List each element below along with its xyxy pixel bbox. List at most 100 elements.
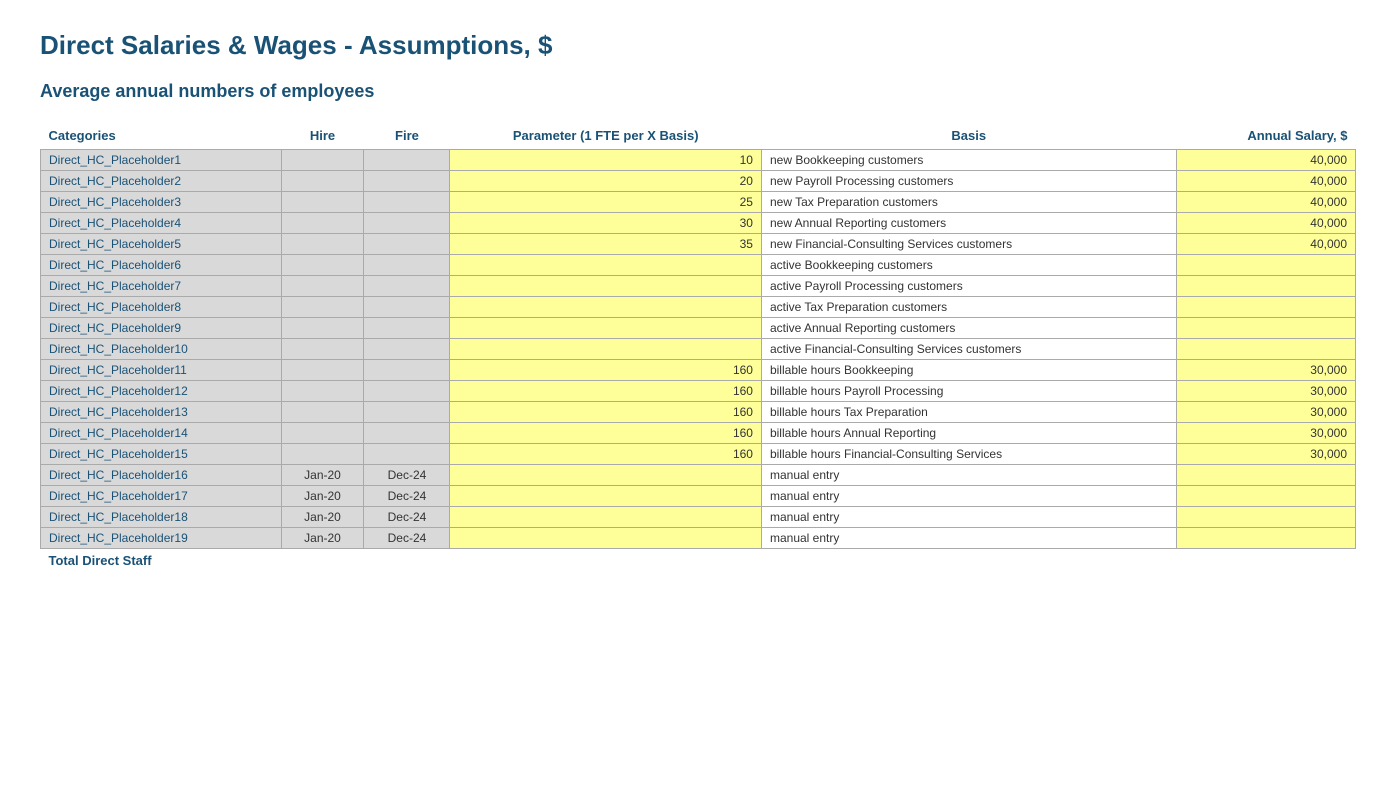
table-row: Direct_HC_Placeholder17Jan-20Dec-24manua…	[41, 486, 1356, 507]
cell-hire	[281, 213, 364, 234]
cell-categories: Direct_HC_Placeholder12	[41, 381, 282, 402]
cell-basis: active Annual Reporting customers	[761, 318, 1176, 339]
cell-annual	[1176, 486, 1355, 507]
header-fire: Fire	[364, 122, 450, 150]
cell-categories: Direct_HC_Placeholder17	[41, 486, 282, 507]
cell-categories: Direct_HC_Placeholder16	[41, 465, 282, 486]
cell-categories: Direct_HC_Placeholder6	[41, 255, 282, 276]
cell-annual: 30,000	[1176, 402, 1355, 423]
cell-hire	[281, 297, 364, 318]
cell-hire	[281, 318, 364, 339]
cell-param: 20	[450, 171, 762, 192]
cell-categories: Direct_HC_Placeholder14	[41, 423, 282, 444]
cell-basis: billable hours Bookkeeping	[761, 360, 1176, 381]
cell-param	[450, 276, 762, 297]
cell-categories: Direct_HC_Placeholder4	[41, 213, 282, 234]
cell-hire	[281, 150, 364, 171]
cell-hire	[281, 234, 364, 255]
cell-hire	[281, 423, 364, 444]
page-title: Direct Salaries & Wages - Assumptions, $	[40, 30, 1356, 61]
table-row: Direct_HC_Placeholder16Jan-20Dec-24manua…	[41, 465, 1356, 486]
table-row: Direct_HC_Placeholder13160billable hours…	[41, 402, 1356, 423]
cell-annual	[1176, 528, 1355, 549]
table-row: Direct_HC_Placeholder19Jan-20Dec-24 manua…	[41, 528, 1356, 549]
cell-basis: manual entry	[761, 528, 1176, 549]
cell-fire	[364, 192, 450, 213]
cell-fire	[364, 297, 450, 318]
cell-categories: Direct_HC_Placeholder11	[41, 360, 282, 381]
table-body: Direct_HC_Placeholder110new Bookkeeping …	[41, 150, 1356, 549]
cell-fire	[364, 402, 450, 423]
cell-fire	[364, 444, 450, 465]
table-row: Direct_HC_Placeholder7active Payroll Pro…	[41, 276, 1356, 297]
cell-fire: Dec-24	[364, 528, 450, 549]
cell-param	[450, 507, 762, 528]
cell-hire	[281, 171, 364, 192]
cell-basis: manual entry	[761, 486, 1176, 507]
cell-categories: Direct_HC_Placeholder15	[41, 444, 282, 465]
cell-categories: Direct_HC_Placeholder5	[41, 234, 282, 255]
table-row: Direct_HC_Placeholder325new Tax Preparat…	[41, 192, 1356, 213]
cell-fire	[364, 234, 450, 255]
cell-basis: billable hours Payroll Processing	[761, 381, 1176, 402]
cell-basis: active Bookkeeping customers	[761, 255, 1176, 276]
cell-basis: active Tax Preparation customers	[761, 297, 1176, 318]
cell-annual: 40,000	[1176, 150, 1355, 171]
cell-param	[450, 486, 762, 507]
cell-hire: Jan-20	[281, 507, 364, 528]
cell-basis: billable hours Tax Preparation	[761, 402, 1176, 423]
cell-categories: Direct_HC_Placeholder10	[41, 339, 282, 360]
cell-param	[450, 339, 762, 360]
table-row: Direct_HC_Placeholder15 160billable hours…	[41, 444, 1356, 465]
cell-annual	[1176, 339, 1355, 360]
cell-hire	[281, 444, 364, 465]
cell-fire	[364, 339, 450, 360]
cell-annual	[1176, 297, 1355, 318]
cell-annual	[1176, 465, 1355, 486]
cell-fire	[364, 360, 450, 381]
table-row: Direct_HC_Placeholder6 active Bookkeeping…	[41, 255, 1356, 276]
cell-basis: new Annual Reporting customers	[761, 213, 1176, 234]
table-row: Direct_HC_Placeholder220new Payroll Proc…	[41, 171, 1356, 192]
cell-categories: Direct_HC_Placeholder18	[41, 507, 282, 528]
cell-annual: 30,000	[1176, 444, 1355, 465]
cell-hire	[281, 381, 364, 402]
cell-fire	[364, 255, 450, 276]
cell-param: 35	[450, 234, 762, 255]
cell-param: 10	[450, 150, 762, 171]
table-row: Direct_HC_Placeholder5 35new Financial-Co…	[41, 234, 1356, 255]
cell-fire	[364, 171, 450, 192]
table-row: Direct_HC_Placeholder10active Financial-…	[41, 339, 1356, 360]
cell-param	[450, 255, 762, 276]
cell-annual: 30,000	[1176, 423, 1355, 444]
cell-param: 160	[450, 381, 762, 402]
table-header-row: Categories Hire Fire Parameter (1 FTE pe…	[41, 122, 1356, 150]
total-label: Total Direct Staff	[41, 549, 1356, 573]
cell-basis: new Financial-Consulting Services custom…	[761, 234, 1176, 255]
header-basis: Basis	[761, 122, 1176, 150]
cell-param: 160	[450, 444, 762, 465]
cell-basis: billable hours Financial-Consulting Serv…	[761, 444, 1176, 465]
cell-hire	[281, 339, 364, 360]
cell-param: 160	[450, 423, 762, 444]
cell-annual	[1176, 276, 1355, 297]
cell-basis: manual entry	[761, 465, 1176, 486]
cell-hire	[281, 360, 364, 381]
cell-annual	[1176, 507, 1355, 528]
main-table-wrapper: Categories Hire Fire Parameter (1 FTE pe…	[40, 122, 1356, 572]
cell-categories: Direct_HC_Placeholder13	[41, 402, 282, 423]
table-row: Direct_HC_Placeholder18Jan-20Dec-24manua…	[41, 507, 1356, 528]
cell-basis: new Payroll Processing customers	[761, 171, 1176, 192]
cell-annual: 40,000	[1176, 213, 1355, 234]
cell-categories: Direct_HC_Placeholder19	[41, 528, 282, 549]
cell-fire	[364, 213, 450, 234]
table-row: Direct_HC_Placeholder110new Bookkeeping …	[41, 150, 1356, 171]
cell-hire: Jan-20	[281, 528, 364, 549]
cell-hire	[281, 402, 364, 423]
table-footer-row: Total Direct Staff	[41, 549, 1356, 573]
cell-param: 25	[450, 192, 762, 213]
table-row: Direct_HC_Placeholder11160billable hours…	[41, 360, 1356, 381]
cell-fire	[364, 276, 450, 297]
cell-fire	[364, 318, 450, 339]
table-row: Direct_HC_Placeholder9active Annual Repo…	[41, 318, 1356, 339]
